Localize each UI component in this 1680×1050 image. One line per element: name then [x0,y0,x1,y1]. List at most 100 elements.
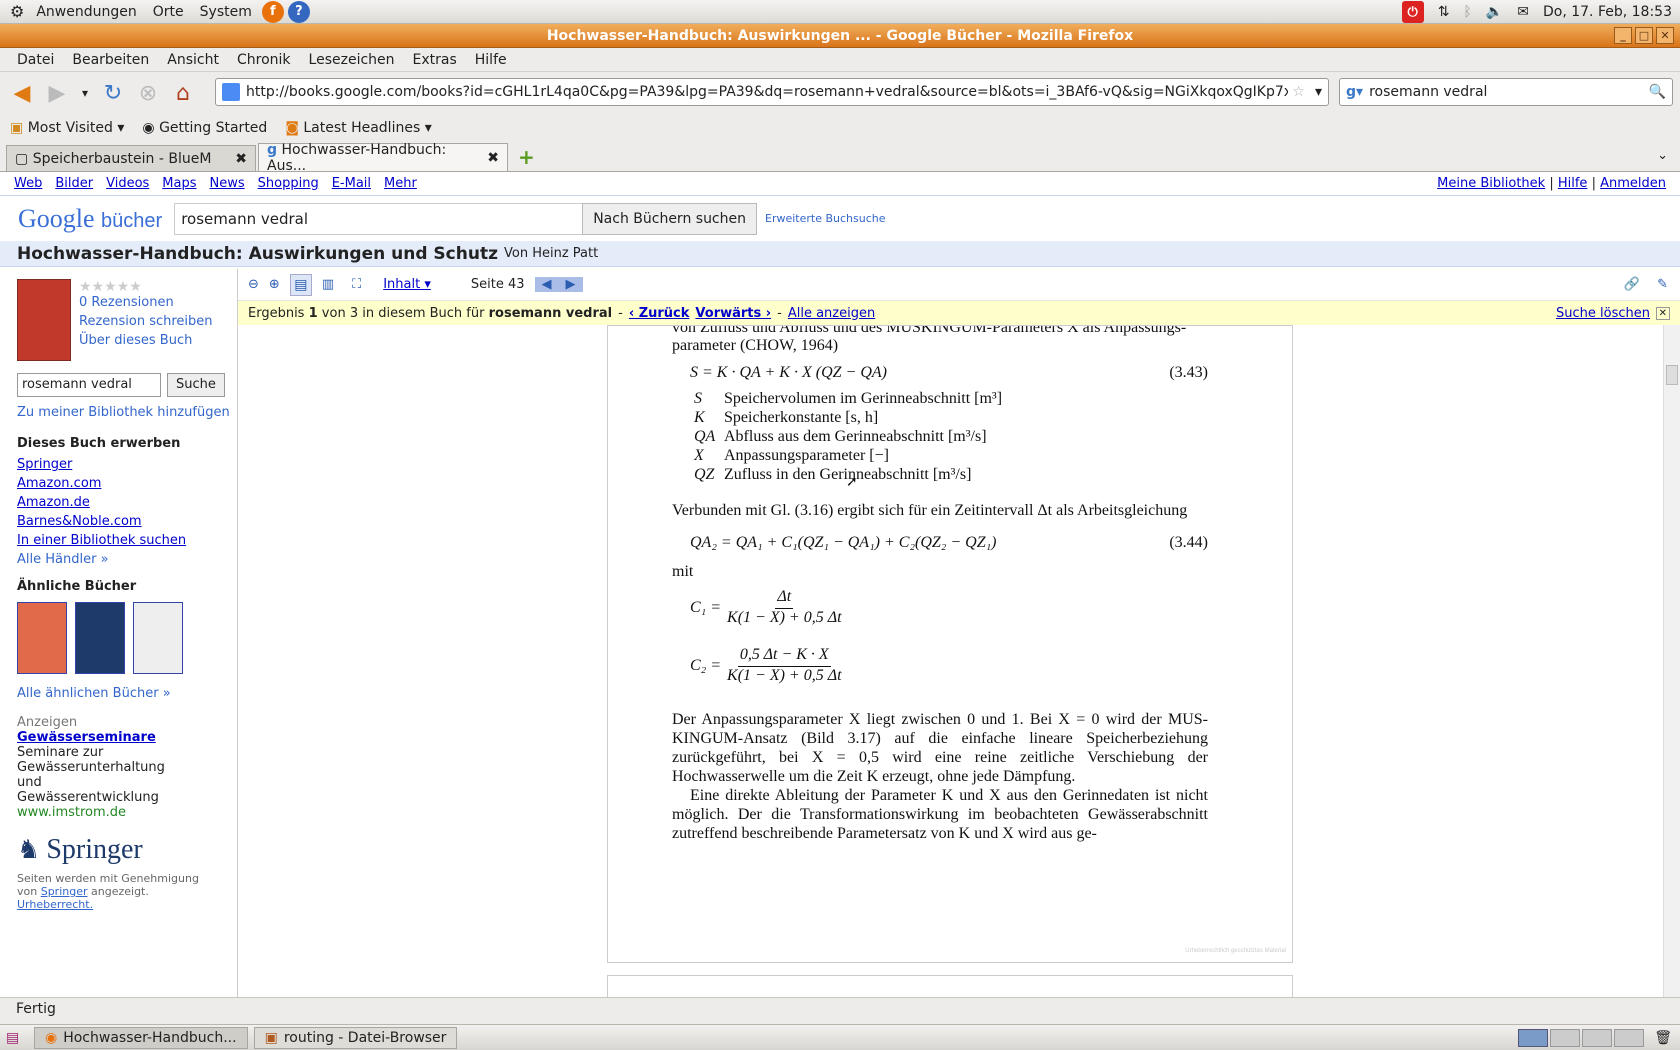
zoom-out-icon[interactable]: ⊖ [248,277,259,292]
search-bar[interactable]: g▾ rosemann vedral 🔍 [1339,78,1673,106]
tab-list-icon[interactable]: ⌄ [1657,148,1668,163]
panel-menu-applications[interactable]: Anwendungen [30,4,142,20]
shop-link[interactable]: Springer [17,457,237,472]
power-icon[interactable]: ⏻ [1401,1,1424,23]
google-books-logo[interactable]: Google bücher [18,204,162,234]
history-dropdown-icon[interactable]: ▾ [76,77,94,109]
ad-title-link[interactable]: Gewässerseminare [17,730,237,745]
gnav-news[interactable]: News [210,176,245,191]
close-search-icon[interactable]: ✕ [1655,306,1670,320]
stop-icon[interactable]: ⊗ [132,77,164,109]
search-engine-icon[interactable]: g▾ [1340,84,1369,100]
similar-book-thumbnail[interactable] [75,602,126,674]
network-icon[interactable]: ⇅ [1438,4,1450,20]
minimize-icon[interactable]: _ [1614,27,1632,44]
shop-link[interactable]: Amazon.de [17,495,237,510]
gnav-web[interactable]: Web [14,176,42,191]
menu-extras[interactable]: Extras [404,52,466,68]
gnav-bilder[interactable]: Bilder [55,176,93,191]
menu-hilfe[interactable]: Hilfe [466,52,516,68]
workspace-2[interactable] [1550,1029,1580,1047]
ad-url[interactable]: www.imstrom.de [17,805,237,820]
gnav-maps[interactable]: Maps [162,176,196,191]
task-file-browser[interactable]: ▣ routing - Datei-Browser [253,1026,458,1049]
back-arrow-icon[interactable]: ◀ [6,77,38,109]
workspace-1[interactable] [1518,1029,1548,1047]
url-bar[interactable]: http://books.google.com/books?id=cGHL1rL… [215,78,1329,106]
mail-icon[interactable]: ✉ [1517,4,1529,20]
advanced-search-link[interactable]: Erweiterte Buchsuche [765,212,886,225]
tab-hochwasser[interactable]: g Hochwasser-Handbuch: Aus... ✖ [258,142,508,174]
panel-menu-system[interactable]: System [194,4,258,20]
search-bar-text[interactable]: rosemann vedral [1369,84,1643,100]
scrollbar-thumb[interactable] [1666,365,1678,385]
volume-icon[interactable]: 🔈 [1486,4,1503,20]
springer-logo[interactable]: ♞ Springer [17,834,237,866]
in-book-search-input[interactable]: rosemann vedral [17,373,161,397]
next-result-link[interactable]: Vorwärts › [695,306,771,321]
tab-speicherbaustein[interactable]: ▢ Speicherbaustein - BlueM ✖ [6,145,256,171]
book-cover-image[interactable] [17,279,71,361]
workspace-4[interactable] [1614,1029,1644,1047]
bookmark-most-visited[interactable]: ▣ Most Visited ▾ [10,120,124,136]
close-window-icon[interactable]: ✕ [1656,27,1674,44]
viewer-scrollbar[interactable] [1663,325,1680,997]
menu-chronik[interactable]: Chronik [228,52,300,68]
similar-book-thumbnail[interactable] [17,602,67,674]
home-icon[interactable]: ⌂ [167,77,199,109]
firefox-launcher-icon[interactable]: f [261,0,284,23]
two-page-view-icon[interactable]: ▥ [322,277,334,292]
all-dealers-link[interactable]: Alle Händler » [17,552,237,567]
bookmark-latest-headlines[interactable]: ◙ Latest Headlines ▾ [285,120,431,136]
gnav-shopping[interactable]: Shopping [258,176,319,191]
link-anmelden[interactable]: Anmelden [1600,176,1666,191]
menu-bearbeiten[interactable]: Bearbeiten [63,52,158,68]
write-review-link[interactable]: Rezension schreiben [79,314,213,329]
new-tab-icon[interactable]: + [510,145,543,171]
maximize-icon[interactable]: □ [1635,27,1653,44]
ubuntu-logo-icon[interactable]: ⚙ [8,2,26,21]
contents-dropdown[interactable]: Inhalt ▾ [383,277,431,292]
prev-page-icon[interactable]: ◀ [534,277,559,292]
panel-menu-places[interactable]: Orte [147,4,190,20]
shop-link[interactable]: In einer Bibliothek suchen [17,533,237,548]
menu-lesezeichen[interactable]: Lesezeichen [300,52,404,68]
fullscreen-icon[interactable]: ⛶ [352,277,361,292]
in-book-search-button[interactable]: Suche [167,373,225,397]
bluetooth-icon[interactable]: ᛒ [1463,4,1471,20]
clock[interactable]: Do, 17. Feb, 18:53 [1543,4,1672,20]
show-desktop-icon[interactable]: ▤ [6,1030,19,1046]
trash-icon[interactable]: 🗑 [1654,1030,1672,1046]
book-page[interactable]: von Zufluss und Abfluss und des MUSKINGU… [607,325,1293,963]
forward-arrow-icon[interactable]: ▶ [41,77,73,109]
single-page-view-icon[interactable]: ▤ [289,273,312,296]
link-icon[interactable]: 🔗 [1624,277,1640,292]
workspace-3[interactable] [1582,1029,1612,1047]
menu-datei[interactable]: Datei [8,52,63,68]
similar-book-thumbnail[interactable] [133,602,184,674]
feedback-icon[interactable]: ✎ [1657,277,1668,292]
show-all-link[interactable]: Alle anzeigen [788,306,875,321]
search-books-button[interactable]: Nach Büchern suchen [582,202,757,235]
url-dropdown-icon[interactable]: ▾ [1309,84,1328,100]
about-book-link[interactable]: Über dieses Buch [79,333,213,348]
menu-ansicht[interactable]: Ansicht [158,52,228,68]
link-meine-bibliothek[interactable]: Meine Bibliothek [1437,176,1545,191]
shop-link[interactable]: Barnes&Noble.com [17,514,237,529]
close-tab-icon[interactable]: ✖ [487,150,499,166]
search-icon[interactable]: 🔍 [1643,84,1672,100]
close-tab-icon[interactable]: ✖ [235,151,247,167]
clear-search-link[interactable]: Suche löschen [1556,306,1650,321]
workspace-switcher[interactable] [1518,1029,1644,1047]
window-titlebar[interactable]: Hochwasser-Handbuch: Auswirkungen ... - … [0,24,1680,48]
task-firefox[interactable]: ◉ Hochwasser-Handbuch... [34,1026,248,1049]
bookmark-getting-started[interactable]: ◉ Getting Started [142,120,267,136]
help-icon[interactable]: ? [287,0,310,23]
gnav-videos[interactable]: Videos [106,176,149,191]
zoom-in-icon[interactable]: ⊕ [269,277,280,292]
next-page-icon[interactable]: ▶ [558,277,583,292]
bookmark-star-icon[interactable]: ☆ [1288,84,1309,100]
all-similar-link[interactable]: Alle ähnlichen Bücher » [17,686,237,701]
shop-link[interactable]: Amazon.com [17,476,237,491]
reviews-link[interactable]: 0 Rezensionen [79,295,213,310]
